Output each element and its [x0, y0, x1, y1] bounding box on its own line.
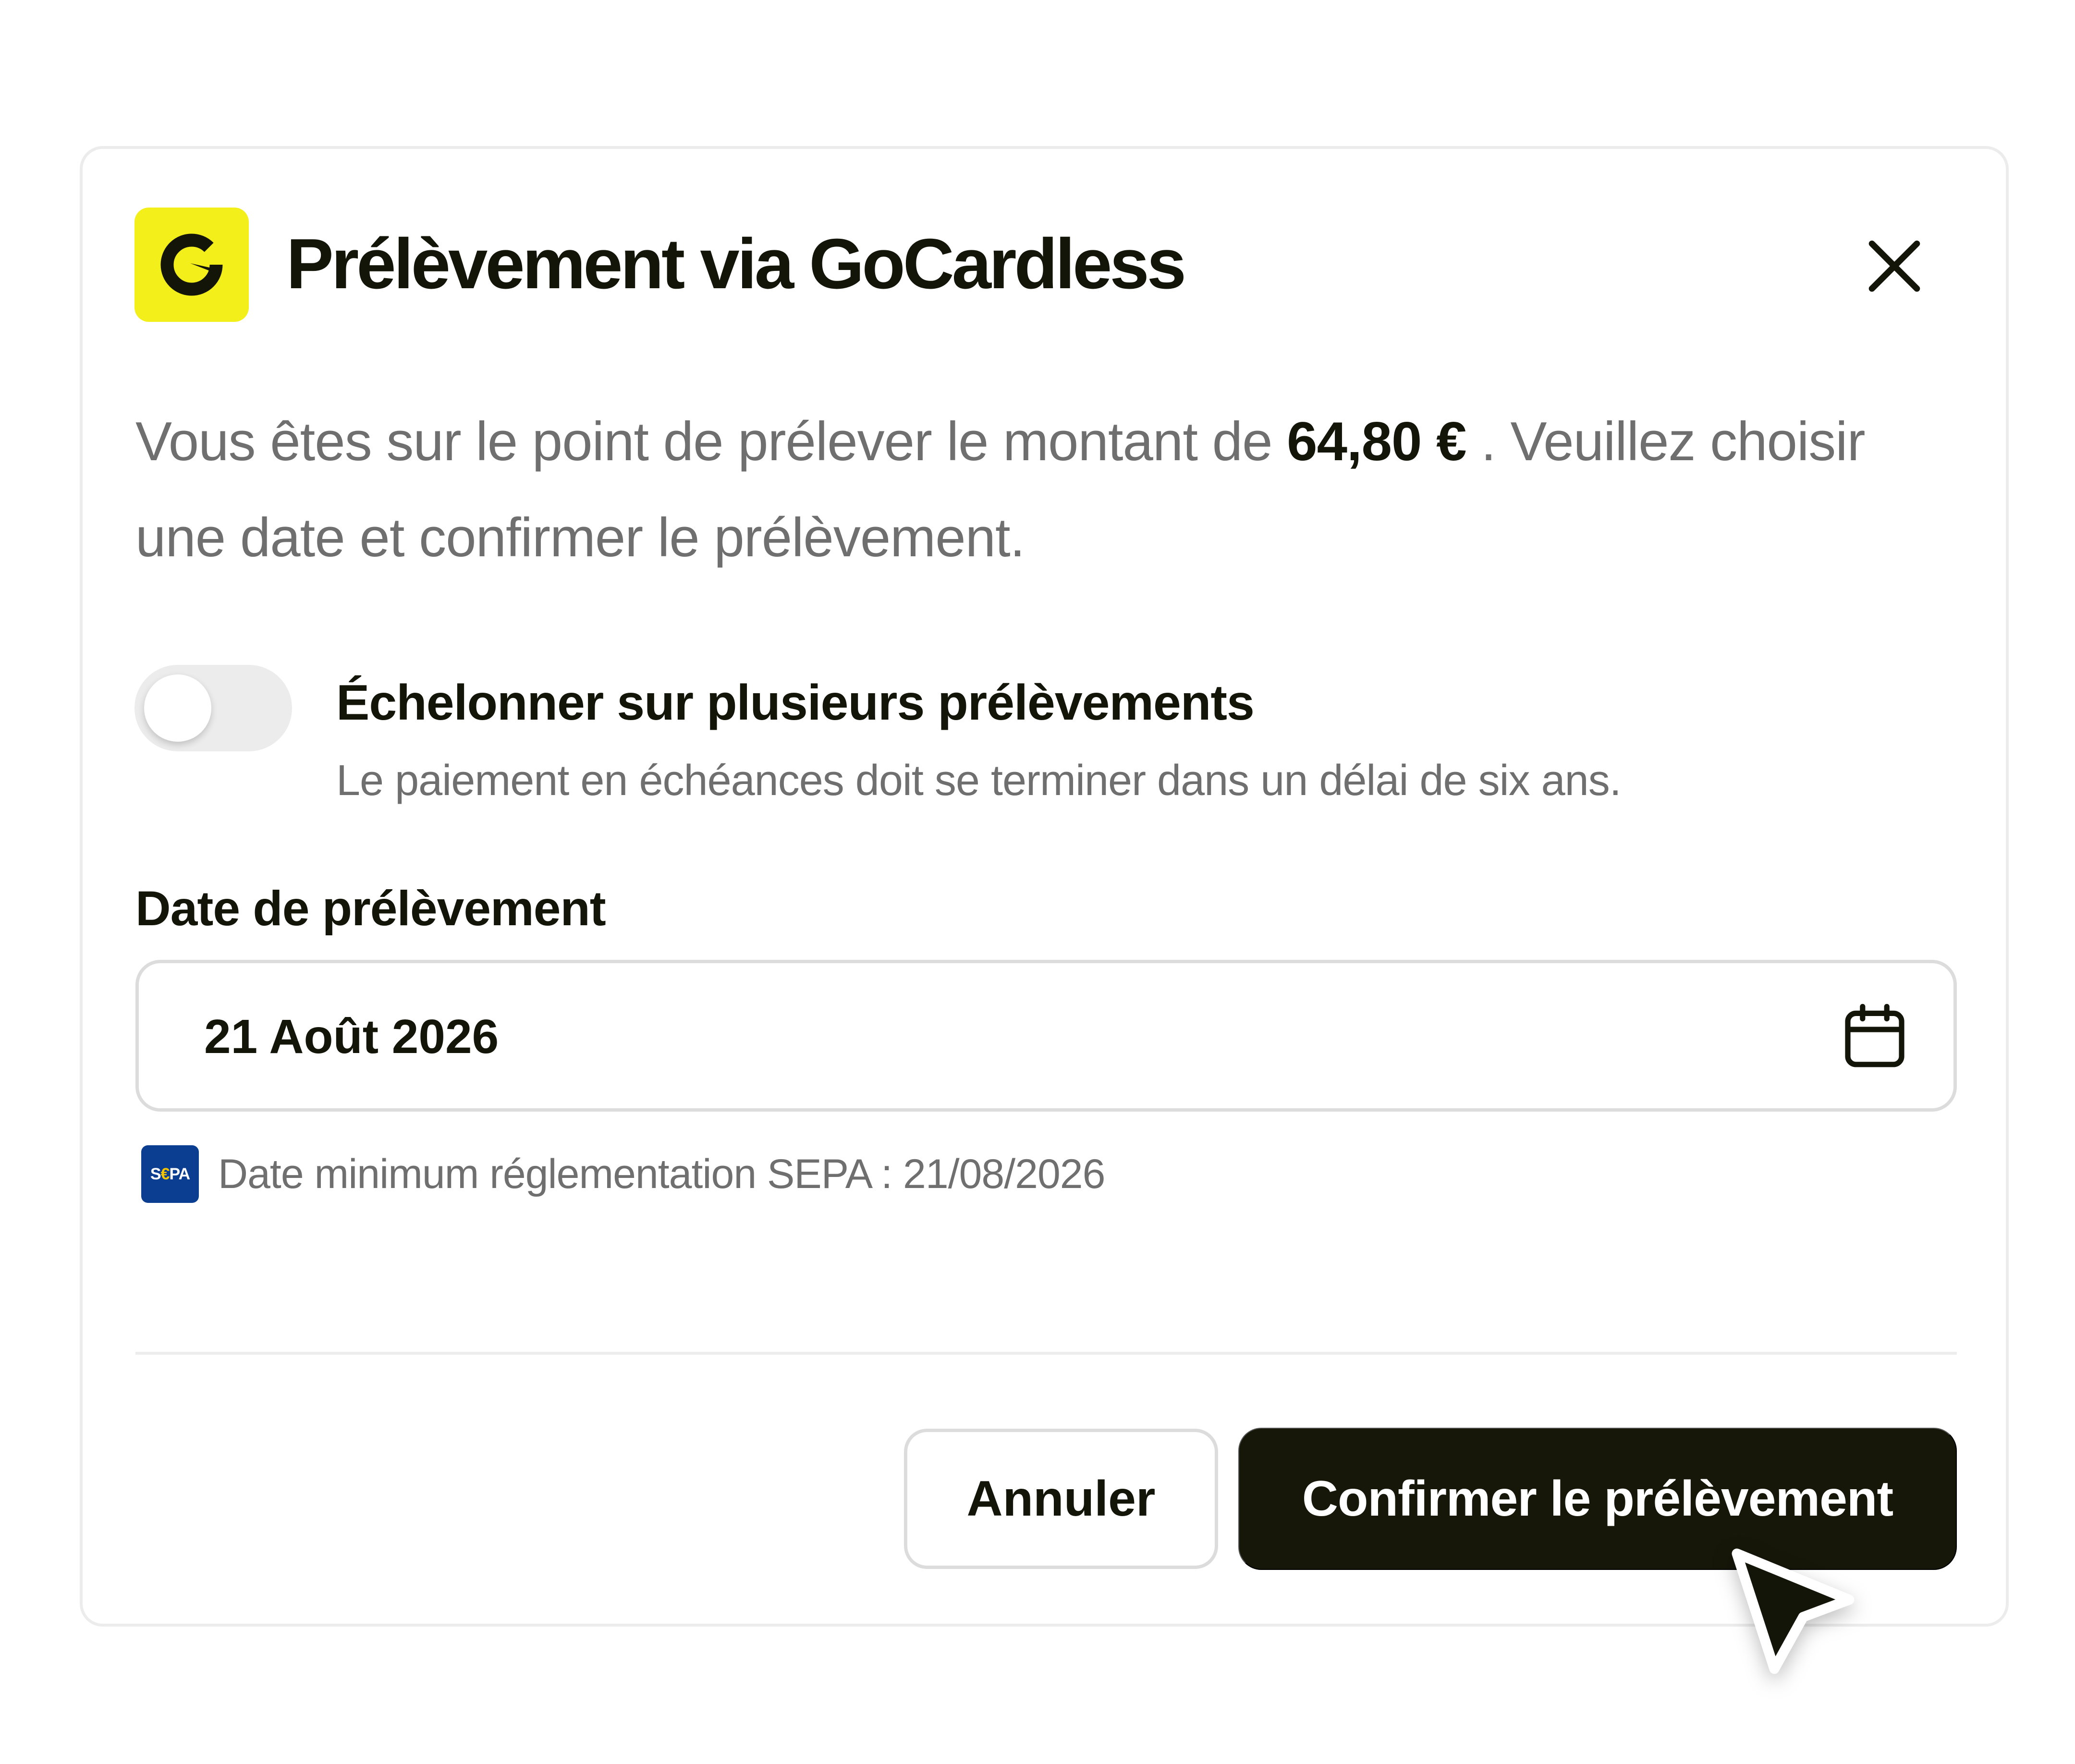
modal-title: Prélèvement via GoCardless	[286, 224, 1186, 304]
calendar-icon	[1845, 1004, 1904, 1067]
close-icon	[1868, 240, 1920, 292]
mouse-pointer-icon	[1732, 1548, 1855, 1674]
sepa-hint: S € PA Date minimum réglementation SEPA : …	[141, 1145, 1105, 1203]
date-input[interactable]: 21 Août 2026	[135, 960, 1957, 1112]
installments-label: Échelonner sur plusieurs prélèvements	[336, 675, 1255, 731]
close-button[interactable]	[1856, 228, 1933, 305]
sepa-hint-text: Date minimum réglementation SEPA : 21/08…	[218, 1151, 1105, 1197]
installments-description: Le paiement en échéances doit se termine…	[336, 757, 1622, 805]
toggle-knob	[144, 674, 211, 742]
date-field-label: Date de prélèvement	[135, 881, 606, 936]
cancel-button[interactable]: Annuler	[904, 1429, 1218, 1569]
intro-before-amount: Vous êtes sur le point de prélever le mo…	[135, 411, 1287, 472]
page: Prélèvement via GoCardless Vous êtes sur…	[0, 0, 2075, 1764]
calendar-button[interactable]	[1836, 998, 1913, 1075]
intro-text: Vous êtes sur le point de prélever le mo…	[135, 394, 1961, 586]
footer-divider	[135, 1352, 1957, 1355]
amount: 64,80 €	[1287, 411, 1466, 472]
date-value: 21 Août 2026	[204, 1010, 499, 1064]
sepa-logo-icon: S € PA	[141, 1145, 199, 1203]
gocardless-logo-icon	[134, 208, 249, 322]
installments-toggle[interactable]	[134, 665, 292, 751]
